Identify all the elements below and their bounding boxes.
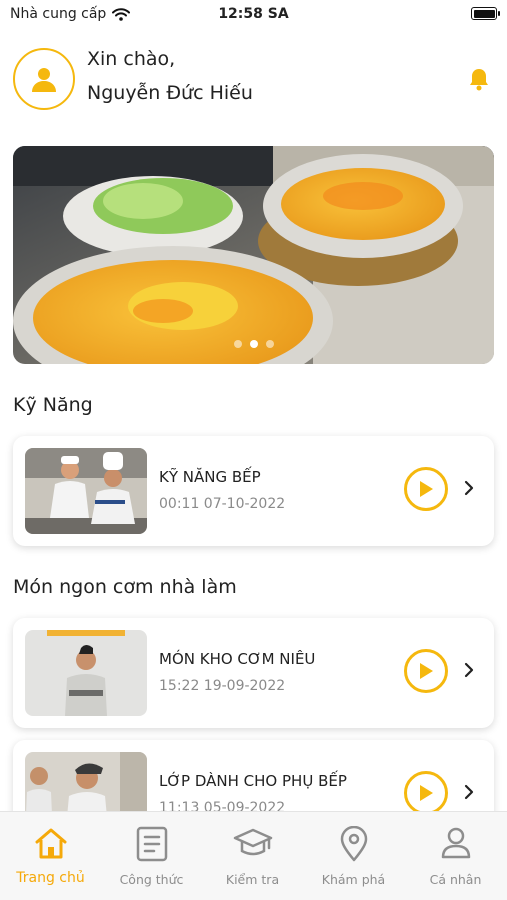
person-icon — [441, 827, 470, 859]
bottom-tab-bar: Trang chủ Công thức Kiểm tra Khám phá Cá… — [0, 811, 507, 900]
play-icon — [420, 481, 433, 497]
avatar[interactable] — [13, 48, 75, 110]
tab-label: Công thức — [119, 872, 184, 887]
section-title-home-cooking: Món ngon cơm nhà làm — [13, 576, 237, 598]
location-pin-icon — [340, 826, 367, 862]
promo-banner[interactable] — [13, 146, 494, 364]
greeting-text: Xin chào, Nguyễn Đức Hiếu — [87, 42, 253, 110]
chevron-right-icon[interactable] — [464, 784, 474, 800]
tab-explore[interactable]: Khám phá — [303, 812, 404, 900]
graduation-cap-icon — [233, 828, 272, 856]
play-button[interactable] — [404, 771, 448, 815]
bell-icon[interactable] — [468, 67, 490, 91]
tab-label: Khám phá — [321, 872, 386, 887]
tab-recipes[interactable]: Công thức — [101, 812, 202, 900]
carousel-dot[interactable] — [233, 340, 242, 348]
chef-team-photo — [25, 448, 147, 534]
play-button[interactable] — [404, 649, 448, 693]
course-card[interactable]: MÓN KHO CƠM NIÊU 15:22 19-09-2022 — [13, 618, 494, 728]
greeting-line: Xin chào, — [87, 48, 176, 70]
play-icon — [420, 663, 433, 679]
status-bar: Nhà cung cấp 12:58 SA — [0, 0, 507, 28]
tab-label: Kiểm tra — [225, 872, 280, 887]
tab-home[interactable]: Trang chủ — [0, 812, 101, 900]
chef-portrait-photo — [25, 630, 147, 716]
document-icon — [136, 826, 167, 862]
course-title: MÓN KHO CƠM NIÊU — [159, 650, 316, 668]
course-title: KỸ NĂNG BẾP — [159, 468, 261, 486]
tab-label: Cá nhân — [429, 872, 482, 887]
tab-profile[interactable]: Cá nhân — [404, 812, 507, 900]
tab-label: Trang chủ — [16, 870, 85, 886]
chevron-right-icon[interactable] — [464, 480, 474, 496]
battery-icon — [471, 7, 500, 20]
chevron-right-icon[interactable] — [464, 662, 474, 678]
course-date: 15:22 19-09-2022 — [159, 678, 286, 694]
tab-exam[interactable]: Kiểm tra — [202, 812, 303, 900]
course-thumbnail — [25, 448, 147, 534]
course-card[interactable]: KỸ NĂNG BẾP 00:11 07-10-2022 — [13, 436, 494, 546]
course-thumbnail — [25, 630, 147, 716]
carousel-dot-active[interactable] — [249, 340, 258, 348]
clock: 12:58 SA — [218, 6, 289, 22]
carousel-dot[interactable] — [265, 340, 274, 348]
course-date: 00:11 07-10-2022 — [159, 496, 286, 512]
section-title-skills: Kỹ Năng — [13, 394, 93, 416]
user-name: Nguyễn Đức Hiếu — [87, 82, 253, 104]
greeting-header: Xin chào, Nguyễn Đức Hiếu — [13, 40, 494, 120]
banner-food-image — [13, 146, 494, 364]
course-title: LỚP DÀNH CHO PHỤ BẾP — [159, 772, 347, 790]
carousel-dots — [13, 340, 494, 348]
user-icon — [32, 68, 56, 92]
play-icon — [420, 785, 433, 801]
play-button[interactable] — [404, 467, 448, 511]
home-icon — [35, 828, 66, 859]
